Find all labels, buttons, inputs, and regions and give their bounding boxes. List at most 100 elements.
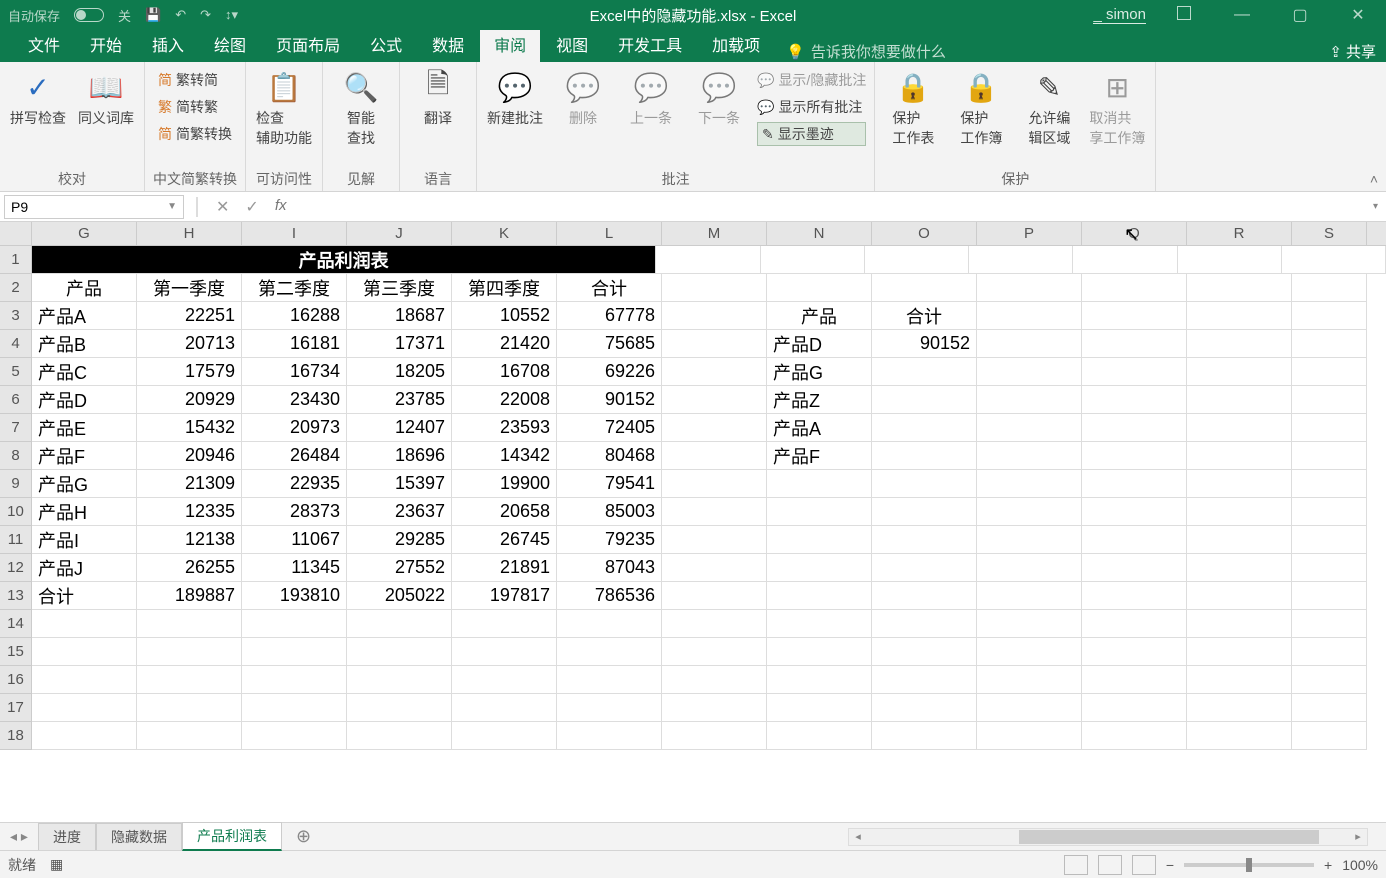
cell[interactable] (1082, 638, 1187, 666)
cell[interactable] (977, 722, 1082, 750)
cell[interactable] (872, 358, 977, 386)
cell[interactable] (1187, 666, 1292, 694)
cell[interactable] (1292, 638, 1367, 666)
cell[interactable] (1292, 442, 1367, 470)
cell[interactable] (1082, 330, 1187, 358)
accessibility-button[interactable]: 📋检查 辅助功能 (254, 68, 314, 148)
cell[interactable]: 80468 (557, 442, 662, 470)
row-header[interactable]: 3 (0, 302, 32, 330)
cell[interactable] (1082, 526, 1187, 554)
scroll-thumb[interactable] (1019, 830, 1319, 844)
simp-to-trad-button[interactable]: 繁简转繁 (158, 95, 232, 119)
cell[interactable]: 23785 (347, 386, 452, 414)
cell[interactable]: 15397 (347, 470, 452, 498)
cell[interactable] (32, 666, 137, 694)
cell[interactable]: 15432 (137, 414, 242, 442)
cell[interactable] (767, 722, 872, 750)
cell[interactable]: 12407 (347, 414, 452, 442)
cell[interactable] (1292, 526, 1367, 554)
cell[interactable]: 产品I (32, 526, 137, 554)
show-ink-button[interactable]: ✎显示墨迹 (757, 122, 866, 146)
cell[interactable] (1187, 330, 1292, 358)
add-sheet-button[interactable]: ⊕ (282, 826, 325, 847)
cell[interactable] (977, 610, 1082, 638)
cell[interactable] (1292, 274, 1367, 302)
expand-formula-bar-icon[interactable]: ▾ (1365, 201, 1386, 212)
cell[interactable]: 17579 (137, 358, 242, 386)
cell[interactable] (977, 498, 1082, 526)
cell[interactable] (1082, 386, 1187, 414)
row-header[interactable]: 14 (0, 610, 32, 638)
cell[interactable] (872, 386, 977, 414)
cell[interactable] (969, 246, 1073, 274)
scroll-left-icon[interactable]: ◂ (849, 830, 867, 843)
macro-record-icon[interactable]: ▦ (50, 856, 63, 873)
cell[interactable] (872, 470, 977, 498)
cell[interactable]: 12138 (137, 526, 242, 554)
col-header[interactable]: N (767, 222, 872, 245)
cell[interactable] (662, 442, 767, 470)
protect-workbook-button[interactable]: 🔒保护 工作簿 (951, 68, 1011, 148)
tab-addins[interactable]: 加载项 (698, 26, 774, 62)
tab-formula[interactable]: 公式 (356, 26, 416, 62)
cell[interactable] (767, 498, 872, 526)
cell[interactable] (872, 526, 977, 554)
cell[interactable] (872, 610, 977, 638)
cell[interactable] (1282, 246, 1386, 274)
row-header[interactable]: 7 (0, 414, 32, 442)
maximize-icon[interactable]: ▢ (1280, 5, 1320, 25)
unshare-workbook-button[interactable]: ⊞取消共 享工作簿 (1087, 68, 1147, 148)
cell[interactable]: 22008 (452, 386, 557, 414)
cell[interactable] (1082, 442, 1187, 470)
next-comment-button[interactable]: 💬下一条 (689, 68, 749, 128)
cell[interactable]: 28373 (242, 498, 347, 526)
smart-lookup-button[interactable]: 🔍智能 查找 (331, 68, 391, 148)
cell[interactable]: 90152 (872, 330, 977, 358)
cell[interactable]: 产品G (767, 358, 872, 386)
tab-home[interactable]: 开始 (76, 26, 136, 62)
row-header[interactable]: 6 (0, 386, 32, 414)
cell[interactable] (1187, 302, 1292, 330)
cell[interactable]: 26484 (242, 442, 347, 470)
cell[interactable] (662, 666, 767, 694)
cell[interactable] (1082, 694, 1187, 722)
cell[interactable]: 16708 (452, 358, 557, 386)
cell[interactable]: 11345 (242, 554, 347, 582)
cell[interactable]: 第一季度 (137, 274, 242, 302)
collapse-ribbon-icon[interactable]: ˄ (1370, 171, 1378, 187)
cell[interactable] (977, 302, 1082, 330)
touch-mode-icon[interactable]: ↕▾ (225, 7, 238, 23)
share-button[interactable]: ⇪ 共享 (1329, 41, 1386, 62)
cell[interactable] (1187, 442, 1292, 470)
row-header[interactable]: 13 (0, 582, 32, 610)
cell[interactable]: 12335 (137, 498, 242, 526)
cell[interactable]: 20713 (137, 330, 242, 358)
cell[interactable] (977, 274, 1082, 302)
cell[interactable] (977, 582, 1082, 610)
cell[interactable]: 22251 (137, 302, 242, 330)
cell[interactable]: 第三季度 (347, 274, 452, 302)
cell[interactable] (1082, 470, 1187, 498)
cell[interactable]: 产品G (32, 470, 137, 498)
cell[interactable] (347, 638, 452, 666)
name-box[interactable]: P9 ▼ (4, 195, 184, 219)
cell[interactable]: 19900 (452, 470, 557, 498)
cell[interactable] (1082, 582, 1187, 610)
col-header[interactable]: P (977, 222, 1082, 245)
show-all-comments-button[interactable]: 💬显示所有批注 (757, 95, 866, 119)
cell[interactable]: 产品A (767, 414, 872, 442)
cell[interactable]: 69226 (557, 358, 662, 386)
cell[interactable]: 27552 (347, 554, 452, 582)
row-header[interactable]: 15 (0, 638, 32, 666)
show-hide-comment-button[interactable]: 💬显示/隐藏批注 (757, 68, 866, 92)
cell[interactable] (1292, 666, 1367, 694)
accept-icon[interactable]: ✓ (245, 197, 258, 217)
cell[interactable] (1187, 274, 1292, 302)
cell[interactable] (1187, 554, 1292, 582)
close-icon[interactable]: ✕ (1338, 5, 1378, 25)
cell[interactable] (347, 610, 452, 638)
cell[interactable]: 产品H (32, 498, 137, 526)
cell[interactable] (872, 442, 977, 470)
cell[interactable] (452, 694, 557, 722)
zoom-level[interactable]: 100% (1342, 857, 1378, 873)
